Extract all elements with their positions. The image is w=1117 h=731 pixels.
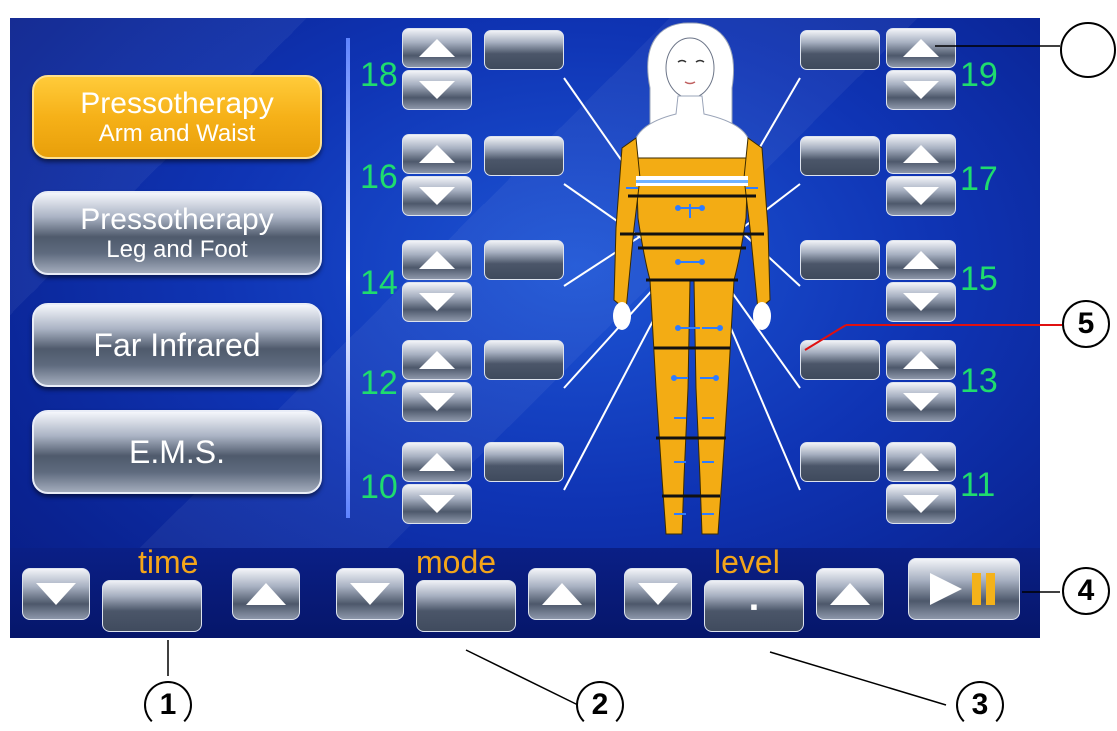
- callout-2: 2: [576, 681, 624, 729]
- callout-1: 1: [144, 681, 192, 729]
- callout-4: 4: [1062, 567, 1110, 615]
- callout-5: 5: [1062, 300, 1110, 348]
- annotation-lines: [167, 45, 1062, 706]
- callout-blank: [1060, 22, 1116, 78]
- callout-3: 3: [956, 681, 1004, 729]
